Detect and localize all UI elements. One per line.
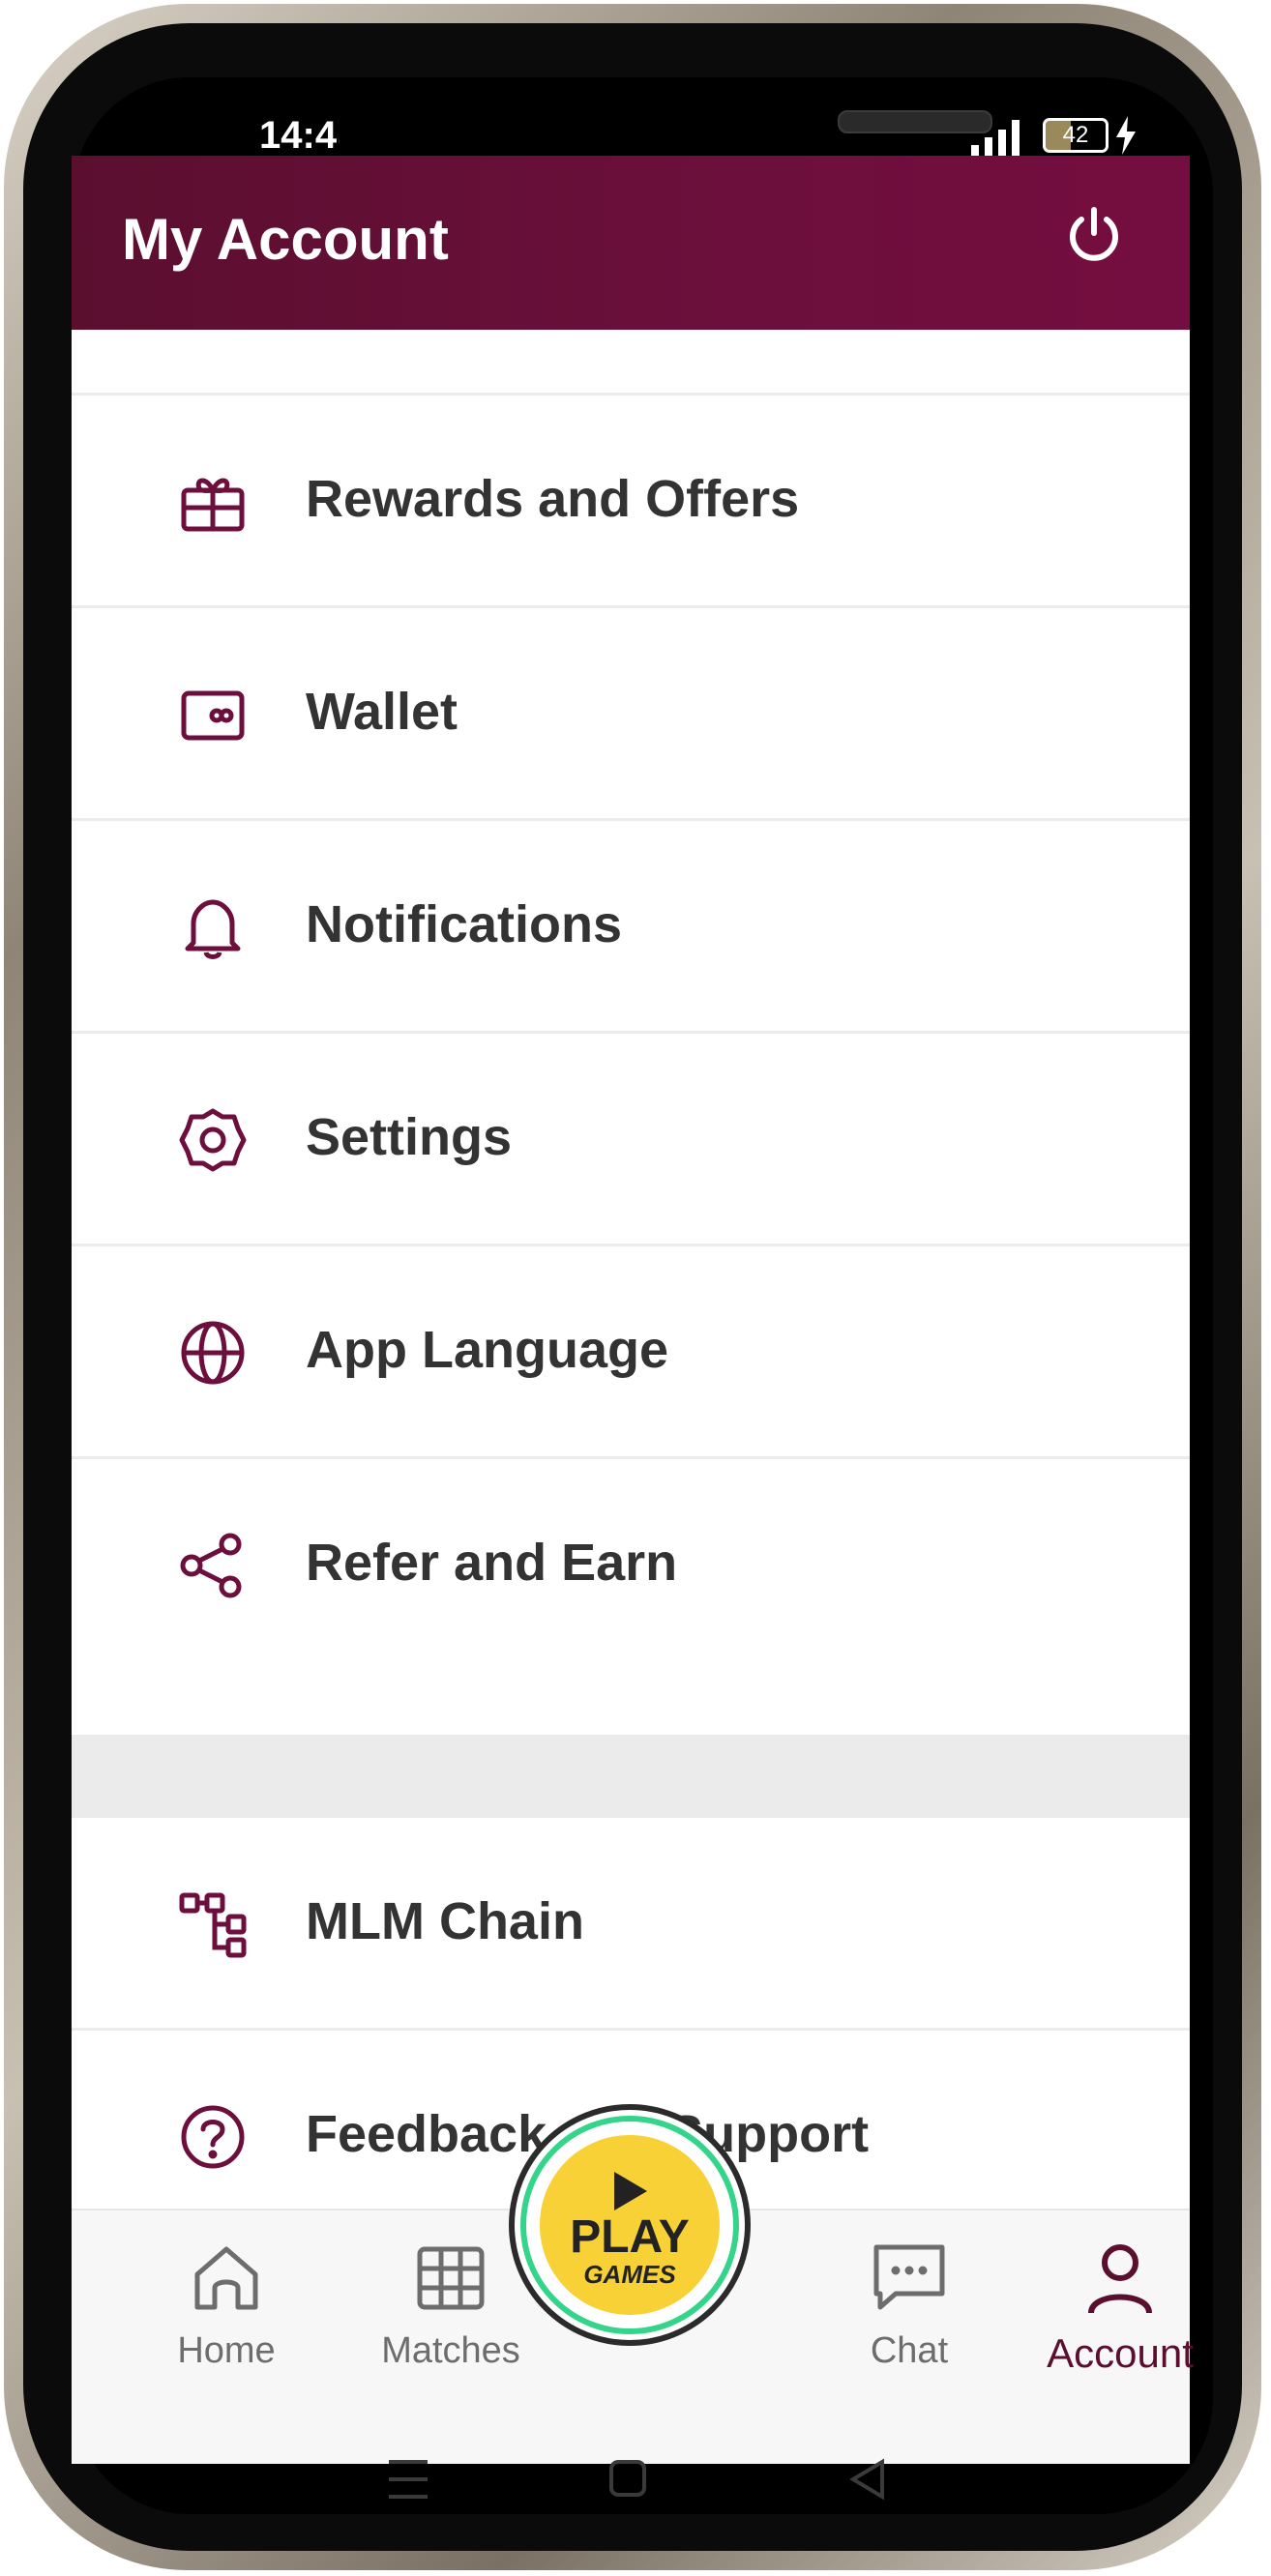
menu-item-wallet[interactable]: Wallet xyxy=(72,608,1190,821)
share-icon xyxy=(180,1533,242,1598)
menu-item-refer-earn[interactable]: Refer and Earn xyxy=(72,1459,1190,1672)
play-icon xyxy=(614,2172,647,2210)
wallet-icon xyxy=(181,690,245,741)
help-circle-icon xyxy=(181,2105,245,2169)
games-label: GAMES xyxy=(583,2260,676,2289)
play-games-button[interactable]: PLAY GAMES xyxy=(509,2104,751,2346)
nav-chat[interactable]: Chat xyxy=(822,2239,996,2372)
nav-account[interactable]: Account xyxy=(1023,2239,1217,2377)
menu-item-label: App Language xyxy=(306,1321,668,1379)
recents-key[interactable] xyxy=(389,2460,428,2499)
list-top-divider xyxy=(72,330,1190,395)
grid-icon xyxy=(417,2246,485,2310)
nav-account-label: Account xyxy=(1047,2330,1194,2376)
menu-item-app-language[interactable]: App Language xyxy=(72,1246,1190,1459)
home-icon xyxy=(194,2246,258,2310)
menu-item-settings[interactable]: Settings xyxy=(72,1034,1190,1246)
menu-item-notifications[interactable]: Notifications xyxy=(72,821,1190,1034)
bottom-navigation: Home Matches PLAY GAMES Chat Account xyxy=(72,2104,1194,2464)
menu-item-label: Settings xyxy=(306,1108,513,1166)
menu-item-rewards[interactable]: Rewards and Offers xyxy=(72,395,1190,608)
nav-home[interactable]: Home xyxy=(139,2239,313,2372)
user-icon xyxy=(1088,2244,1152,2314)
menu-item-label: Refer and Earn xyxy=(306,1534,678,1592)
section-divider xyxy=(72,1735,1190,1818)
chat-icon xyxy=(873,2244,945,2310)
home-key[interactable] xyxy=(609,2460,646,2497)
gear-icon xyxy=(179,1108,247,1172)
nav-chat-label: Chat xyxy=(870,2330,949,2371)
app-header: My Account xyxy=(72,156,1190,330)
bell-icon xyxy=(185,899,241,959)
menu-item-label: MLM Chain xyxy=(306,1892,584,1950)
play-label: PLAY xyxy=(570,2211,690,2263)
back-key[interactable] xyxy=(849,2458,884,2501)
menu-item-label: Rewards and Offers xyxy=(306,470,800,528)
nav-matches-label: Matches xyxy=(381,2330,520,2371)
nav-matches[interactable]: Matches xyxy=(364,2239,538,2372)
page-title: My Account xyxy=(122,207,449,272)
globe-icon xyxy=(181,1321,245,1385)
hierarchy-icon xyxy=(179,1892,247,1958)
gift-icon xyxy=(181,478,245,532)
menu-list: Rewards and Offers Wallet Notifications … xyxy=(72,330,1190,2243)
power-icon[interactable] xyxy=(1062,204,1126,268)
nav-home-label: Home xyxy=(177,2330,276,2371)
system-navigation-keys xyxy=(389,2458,884,2501)
play-games-face: PLAY GAMES xyxy=(540,2135,720,2315)
menu-item-label: Notifications xyxy=(306,895,623,953)
menu-item-mlm-chain[interactable]: MLM Chain xyxy=(72,1818,1190,2031)
menu-item-label: Wallet xyxy=(306,683,458,741)
